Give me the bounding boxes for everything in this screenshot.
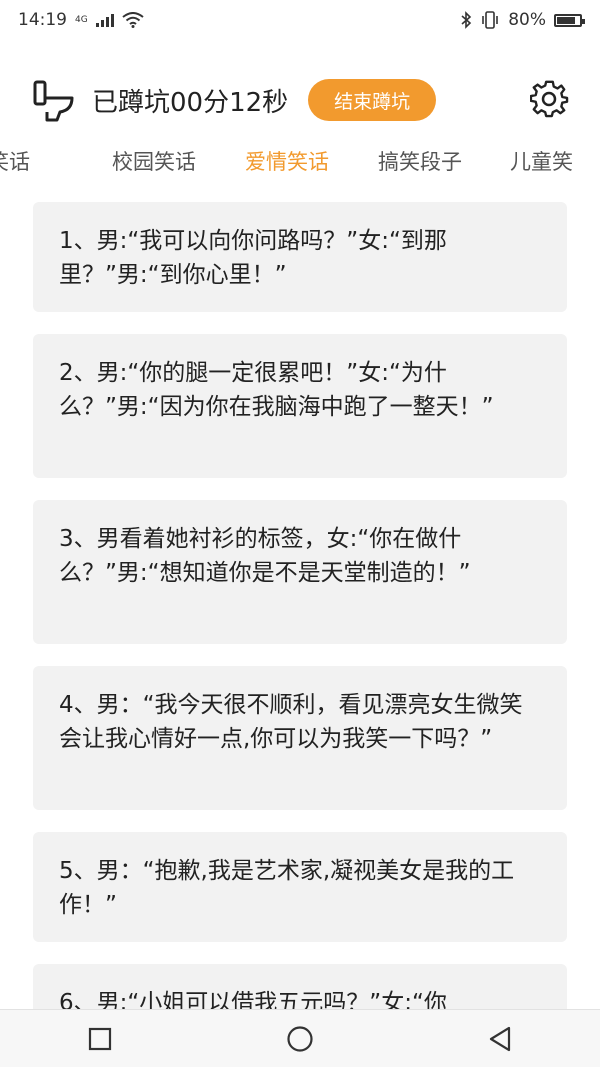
back-icon bbox=[489, 1026, 511, 1051]
home-button[interactable] bbox=[270, 1019, 330, 1059]
tab-kids-jokes[interactable]: 儿童笑 bbox=[510, 140, 573, 184]
list-item[interactable]: 4、男：“我今天很不顺利，看见漂亮女生微笑会让我心情好一点,你可以为我笑一下吗？… bbox=[33, 666, 567, 810]
joke-list[interactable]: 1、男:“我可以向你问路吗？”女:“到那里？”男:“到你心里！” 2、男:“你的… bbox=[33, 202, 567, 1010]
list-item[interactable]: 5、男：“抱歉,我是艺术家,凝视美女是我的工作！” bbox=[33, 832, 567, 942]
end-button[interactable]: 结束蹲坑 bbox=[308, 79, 437, 121]
toilet-icon bbox=[33, 80, 74, 122]
battery-level bbox=[557, 16, 575, 24]
gear-icon[interactable] bbox=[530, 80, 570, 120]
recent-apps-icon bbox=[88, 1027, 112, 1050]
tab-campus-jokes[interactable]: 校园笑话 bbox=[112, 140, 196, 184]
status-bar: 14:19 4G 80% bbox=[0, 0, 600, 40]
vibrate-icon bbox=[482, 11, 499, 29]
wifi-icon bbox=[122, 12, 144, 28]
tab-funny-snippets[interactable]: 搞笑段子 bbox=[378, 140, 462, 184]
battery-icon bbox=[554, 13, 585, 27]
header: 已蹲坑00分12秒 结束蹲坑 bbox=[0, 70, 600, 130]
tab-jokes[interactable]: 笑话 bbox=[0, 140, 30, 184]
recent-apps-button[interactable] bbox=[70, 1019, 130, 1059]
timer-text: 已蹲坑00分12秒 bbox=[92, 87, 289, 118]
tab-love-jokes[interactable]: 爱情笑话 bbox=[245, 140, 329, 184]
category-tabs: 笑话 校园笑话 爱情笑话 搞笑段子 儿童笑 bbox=[0, 140, 600, 184]
bluetooth-icon bbox=[461, 11, 472, 29]
battery-percent: 80% bbox=[508, 10, 546, 30]
home-icon bbox=[287, 1025, 313, 1052]
list-item[interactable]: 6、男:“小姐可以借我五元吗？”女:“你 bbox=[33, 964, 567, 1010]
back-button[interactable] bbox=[470, 1019, 530, 1059]
navigation-bar bbox=[0, 1009, 600, 1067]
list-item[interactable]: 2、男:“你的腿一定很累吧！”女:“为什么？”男:“因为你在我脑海中跑了一整天！… bbox=[33, 334, 567, 478]
status-time: 14:19 bbox=[18, 10, 67, 30]
network-type: 4G bbox=[75, 15, 88, 25]
list-item[interactable]: 1、男:“我可以向你问路吗？”女:“到那里？”男:“到你心里！” bbox=[33, 202, 567, 312]
signal-icon bbox=[95, 13, 114, 27]
list-item[interactable]: 3、男看着她衬衫的标签，女:“你在做什么？”男:“想知道你是不是天堂制造的！” bbox=[33, 500, 567, 644]
